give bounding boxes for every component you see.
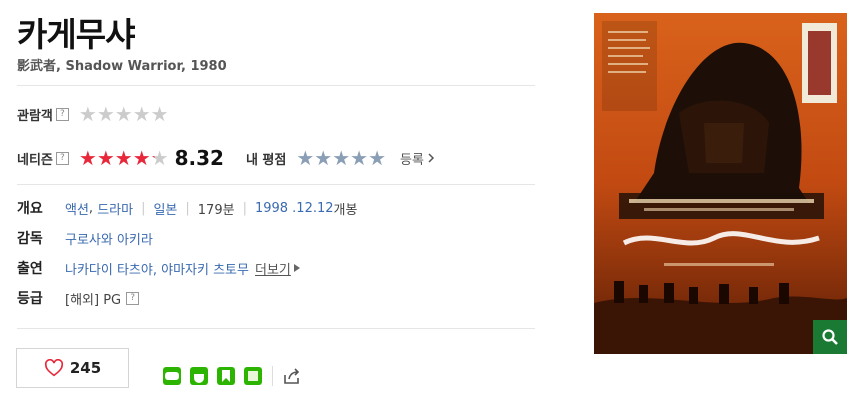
cast-row: 출연 나카다이 타츠야, 야마자키 츠토무 더보기: [17, 258, 300, 278]
grade-value: [해외] PG: [65, 292, 122, 308]
star-icon: ★: [132, 146, 151, 170]
star-icon: ★: [132, 102, 151, 126]
runtime: 179분: [197, 202, 235, 218]
divider: [272, 366, 273, 386]
divider: [17, 328, 535, 329]
release-suffix: 개봉: [333, 202, 358, 218]
star-icon: ★: [96, 102, 115, 126]
star-icon[interactable]: ★: [350, 148, 368, 168]
zoom-button[interactable]: [813, 320, 847, 354]
caret-right-icon: [293, 264, 300, 272]
star-icon[interactable]: ★: [332, 148, 350, 168]
star-icon: ★: [150, 146, 169, 170]
overview-row: 개요 액션, 드라마 | 일본 | 179분 | 1998 .12.12 개봉: [17, 198, 357, 218]
chevron-right-icon: [428, 153, 435, 163]
blog-share-icon[interactable]: [163, 367, 181, 385]
audience-stars: ★ ★ ★ ★ ★: [79, 104, 169, 124]
star-icon: ★: [114, 102, 133, 126]
heart-icon: [44, 359, 63, 377]
audience-label: 관람객: [17, 108, 53, 124]
more-link[interactable]: 더보기: [255, 259, 291, 278]
cast-label: 출연: [17, 261, 43, 277]
poster-image: [594, 13, 847, 354]
genre-link[interactable]: 드라마: [97, 199, 133, 218]
genre-link[interactable]: 액션: [65, 199, 89, 218]
netizen-rating-row: 네티즌 ? ★ ★ ★ ★ ★ 8.32 내 평점 ★ ★ ★ ★ ★ 등록: [17, 146, 435, 170]
director-row: 감독 구로사와 아키라: [17, 228, 153, 248]
audience-rating-row: 관람객 ? ★ ★ ★ ★ ★: [17, 104, 169, 124]
star-icon: ★: [78, 146, 97, 170]
my-rating-label: 내 평점: [245, 152, 287, 168]
star-icon: ★: [150, 102, 169, 126]
director-label: 감독: [17, 231, 43, 247]
star-icon[interactable]: ★: [314, 148, 332, 168]
director-link[interactable]: 구로사와 아키라: [65, 229, 153, 248]
help-icon[interactable]: ?: [126, 291, 140, 305]
country-link[interactable]: 일본: [153, 199, 177, 218]
share-icon[interactable]: [282, 366, 302, 390]
like-count: 245: [69, 359, 102, 377]
my-rating-stars[interactable]: ★ ★ ★ ★ ★: [296, 148, 386, 168]
like-button[interactable]: 245: [16, 348, 129, 388]
bookmark-share-icon[interactable]: [217, 367, 235, 385]
help-icon[interactable]: ?: [55, 107, 69, 121]
netizen-score: 8.32: [174, 146, 224, 170]
register-link[interactable]: 등록: [400, 149, 435, 168]
overview-label: 개요: [17, 201, 43, 217]
register-label: 등록: [400, 152, 424, 168]
divider: [17, 85, 535, 86]
star-icon[interactable]: ★: [368, 148, 386, 168]
netizen-label: 네티즌: [17, 152, 53, 168]
cafe-share-icon[interactable]: [190, 367, 208, 385]
magnifier-icon: [822, 329, 838, 345]
grade-label: 등급: [17, 291, 43, 307]
grade-row: 등급 [해외] PG ?: [17, 288, 140, 308]
movie-subtitle: 影武者, Shadow Warrior, 1980: [17, 59, 227, 74]
release-date-link[interactable]: 1998 .12.12: [255, 201, 334, 216]
star-icon: ★: [96, 146, 115, 170]
help-icon[interactable]: ?: [55, 151, 69, 165]
divider: [17, 184, 535, 185]
movie-title: 카게무샤: [17, 15, 135, 54]
star-icon[interactable]: ★: [296, 148, 314, 168]
memo-share-icon[interactable]: [244, 367, 262, 385]
netizen-stars: ★ ★ ★ ★ ★: [79, 148, 169, 168]
star-icon: ★: [114, 146, 133, 170]
cast-link[interactable]: 나카다이 타츠야, 야마자키 츠토무: [65, 259, 249, 278]
star-icon: ★: [78, 102, 97, 126]
movie-poster[interactable]: [594, 13, 847, 354]
